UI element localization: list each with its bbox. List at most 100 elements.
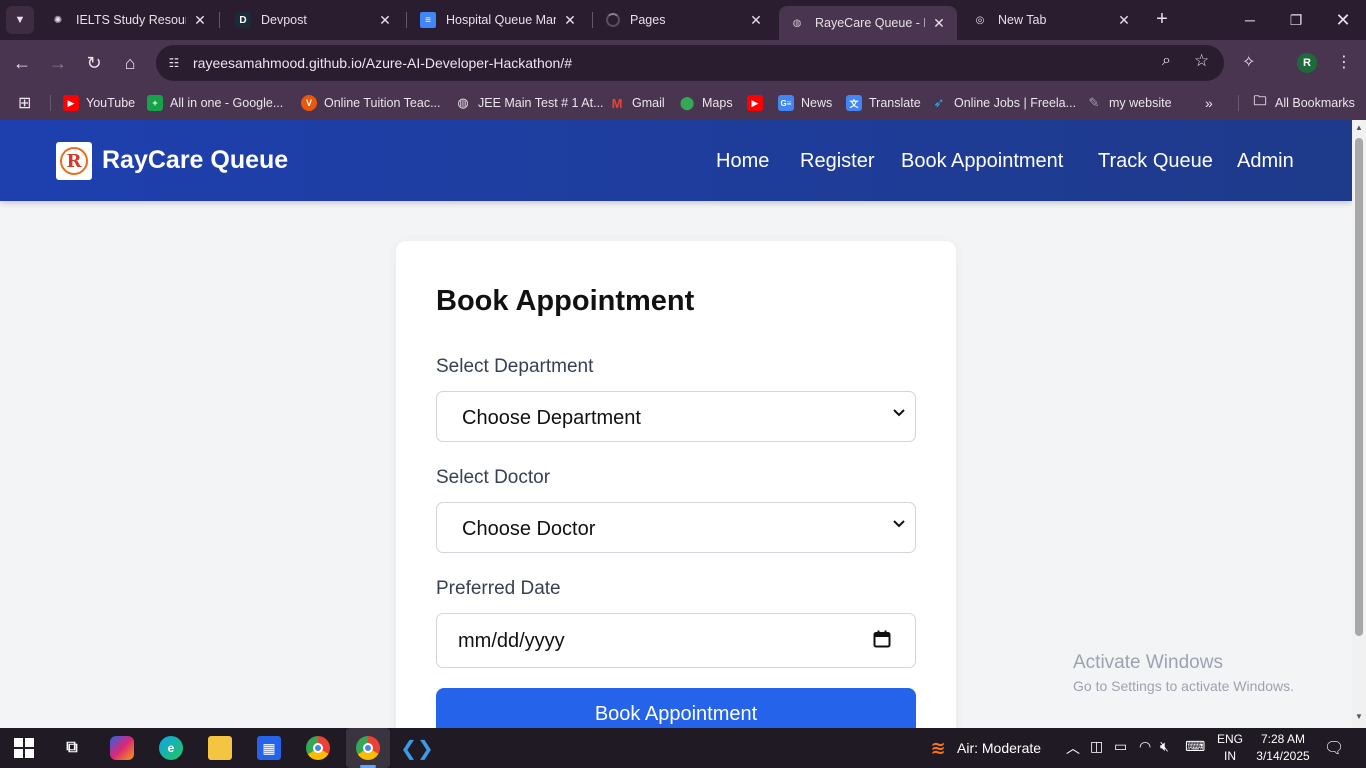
home-icon[interactable]: ⌂ [116, 49, 144, 77]
bookmark-translate[interactable]: 文 Translate [846, 92, 921, 114]
devpost-icon: D [235, 12, 251, 28]
chrome-profile-taskbar-icon[interactable] [356, 736, 380, 760]
keyboard-icon[interactable]: ⌨ [1185, 738, 1205, 755]
bookmark-youtube[interactable]: ▶ YouTube [63, 92, 135, 114]
all-bookmarks[interactable]: 🗀 All Bookmarks [1252, 92, 1354, 114]
close-icon[interactable]: ✕ [192, 12, 208, 29]
close-icon[interactable]: ✕ [931, 15, 947, 32]
language-bottom[interactable]: IN [1216, 749, 1244, 763]
tab-label: Pages [630, 13, 666, 27]
address-bar[interactable]: ☷ rayeesamahmood.github.io/Azure-AI-Deve… [156, 45, 1224, 81]
menu-dots-icon[interactable]: ⋮ [1336, 52, 1352, 72]
raycare-logo[interactable]: R [56, 142, 92, 180]
site-info-icon[interactable]: ☷ [164, 53, 184, 73]
watermark-subtitle: Go to Settings to activate Windows. [1073, 678, 1294, 694]
bookmark-label: my website [1109, 96, 1172, 110]
department-select[interactable]: Choose Department [436, 391, 916, 442]
apps-grid-icon[interactable]: ⊞ [18, 92, 31, 114]
bookmark-label: JEE Main Test # 1 At... [478, 96, 604, 110]
form-title: Book Appointment [436, 285, 695, 317]
forward-icon[interactable]: → [44, 49, 72, 77]
language-top[interactable]: ENG [1216, 732, 1244, 746]
close-icon[interactable]: ✕ [562, 12, 578, 29]
tab-search-button[interactable]: ▼ [6, 6, 34, 34]
bookmark-online-tuition[interactable]: V Online Tuition Teac... [301, 92, 441, 114]
notifications-icon[interactable]: 🗨︎ [1324, 738, 1344, 758]
back-icon[interactable]: ← [8, 49, 36, 77]
youtube-icon: ▶ [747, 95, 763, 111]
scrollbar-thumb[interactable] [1355, 138, 1363, 636]
date-label: Preferred Date [436, 578, 561, 599]
nav-track-queue[interactable]: Track Queue [1098, 150, 1213, 173]
minimize-icon[interactable]: ─ [1227, 0, 1273, 40]
chevron-up-icon[interactable]: ︿ [1066, 738, 1080, 758]
bookmark-online-jobs[interactable]: ➶ Online Jobs | Freela... [931, 92, 1077, 114]
vscode-icon[interactable]: ❮❯ [400, 736, 434, 760]
file-explorer-icon[interactable] [208, 736, 232, 760]
tab-raycare-active[interactable]: ◍ RayeCare Queue - Ho ✕ [779, 6, 957, 40]
nav-home[interactable]: Home [716, 150, 769, 173]
chevron-down-icon [893, 517, 905, 533]
book-appointment-button[interactable]: Book Appointment [436, 688, 916, 728]
chrome-icon: ◎ [975, 14, 985, 26]
chrome-taskbar-icon[interactable] [306, 736, 330, 760]
activate-windows-watermark: Activate Windows Go to Settings to activ… [1073, 652, 1294, 694]
globe-icon: ◍ [457, 95, 469, 110]
clock-date[interactable]: 3/14/2025 [1252, 749, 1314, 763]
close-window-icon[interactable]: ✕ [1320, 0, 1366, 40]
tab-hospital-queue-doc[interactable]: ≡ Hospital Queue Mana ✕ [410, 4, 588, 36]
reload-icon[interactable]: ↻ [80, 49, 108, 77]
tab-devpost[interactable]: D Devpost ✕ [225, 4, 403, 36]
meet-now-icon[interactable]: ◫ [1090, 738, 1103, 755]
page-scrollbar[interactable]: ▲ ▼ [1352, 120, 1366, 728]
bookmark-all-in-one[interactable]: + All in one - Google... [147, 92, 283, 114]
edge-icon[interactable]: e [159, 736, 183, 760]
copilot-icon[interactable] [110, 736, 134, 760]
bookmark-maps[interactable]: ⬤ Maps [679, 92, 733, 114]
bookmark-youtube-2[interactable]: ▶ [747, 92, 770, 114]
appointment-card: Book Appointment Select Department Choos… [396, 241, 956, 728]
scroll-down-icon[interactable]: ▼ [1355, 712, 1363, 721]
scroll-up-icon[interactable]: ▲ [1355, 123, 1363, 132]
freelancer-icon: ➶ [933, 95, 945, 110]
air-quality-icon[interactable]: ≋ [926, 736, 950, 760]
new-tab-button[interactable]: + [1150, 8, 1174, 32]
nav-book-appointment[interactable]: Book Appointment [901, 150, 1063, 173]
bookmark-gmail[interactable]: M Gmail [609, 92, 665, 114]
brand-name[interactable]: RayCare Queue [102, 146, 288, 175]
address-url[interactable]: rayeesamahmood.github.io/Azure-AI-Develo… [193, 55, 572, 71]
restore-icon[interactable]: ❐ [1273, 0, 1319, 40]
close-icon[interactable]: ✕ [1116, 12, 1132, 29]
bookmark-jee-main[interactable]: ◍ JEE Main Test # 1 At... [455, 92, 604, 114]
zoom-icon[interactable]: ⌕ [1162, 52, 1171, 70]
preferred-date-input[interactable]: mm/dd/yyyy [436, 613, 916, 668]
weather-status[interactable]: Air: Moderate [957, 740, 1041, 756]
clock-time[interactable]: 7:28 AM [1252, 732, 1314, 746]
nav-register[interactable]: Register [800, 150, 874, 173]
battery-icon[interactable]: ▭ [1114, 738, 1127, 755]
wifi-icon[interactable]: ◠ [1139, 738, 1151, 755]
close-icon[interactable]: ✕ [748, 12, 764, 29]
microsoft-store-icon[interactable]: ▦ [257, 736, 281, 760]
more-bookmarks-icon[interactable]: » [1205, 92, 1213, 114]
tab-ielts[interactable]: ✺ IELTS Study Resources ✕ [40, 4, 218, 36]
bookmark-label: News [801, 96, 833, 110]
task-view-icon[interactable]: ⧉ [60, 736, 84, 760]
extensions-icon[interactable]: ✧ [1242, 52, 1255, 72]
tab-new-tab[interactable]: ◎ New Tab ✕ [962, 4, 1142, 36]
date-placeholder: mm/dd/yyyy [458, 630, 565, 652]
tab-pages[interactable]: Pages ✕ [596, 4, 774, 36]
bookmark-star-icon[interactable]: ☆ [1194, 51, 1209, 71]
profile-avatar[interactable]: R [1297, 53, 1317, 73]
close-icon[interactable]: ✕ [377, 12, 393, 29]
department-value: Choose Department [462, 407, 641, 429]
volume-muted-icon[interactable]: 🔇︎ [1160, 738, 1169, 755]
nav-admin[interactable]: Admin [1237, 150, 1294, 173]
windows-start-icon[interactable] [12, 736, 36, 760]
doctor-select[interactable]: Choose Doctor [436, 502, 916, 553]
bookmark-my-website[interactable]: ✎ my website [1086, 92, 1172, 114]
bookmark-news[interactable]: G≡ News [778, 92, 832, 114]
calendar-icon[interactable] [873, 630, 891, 651]
bookmarks-bar: ⊞ ▶ YouTube + All in one - Google... V O… [0, 86, 1366, 120]
department-label: Select Department [436, 356, 594, 377]
